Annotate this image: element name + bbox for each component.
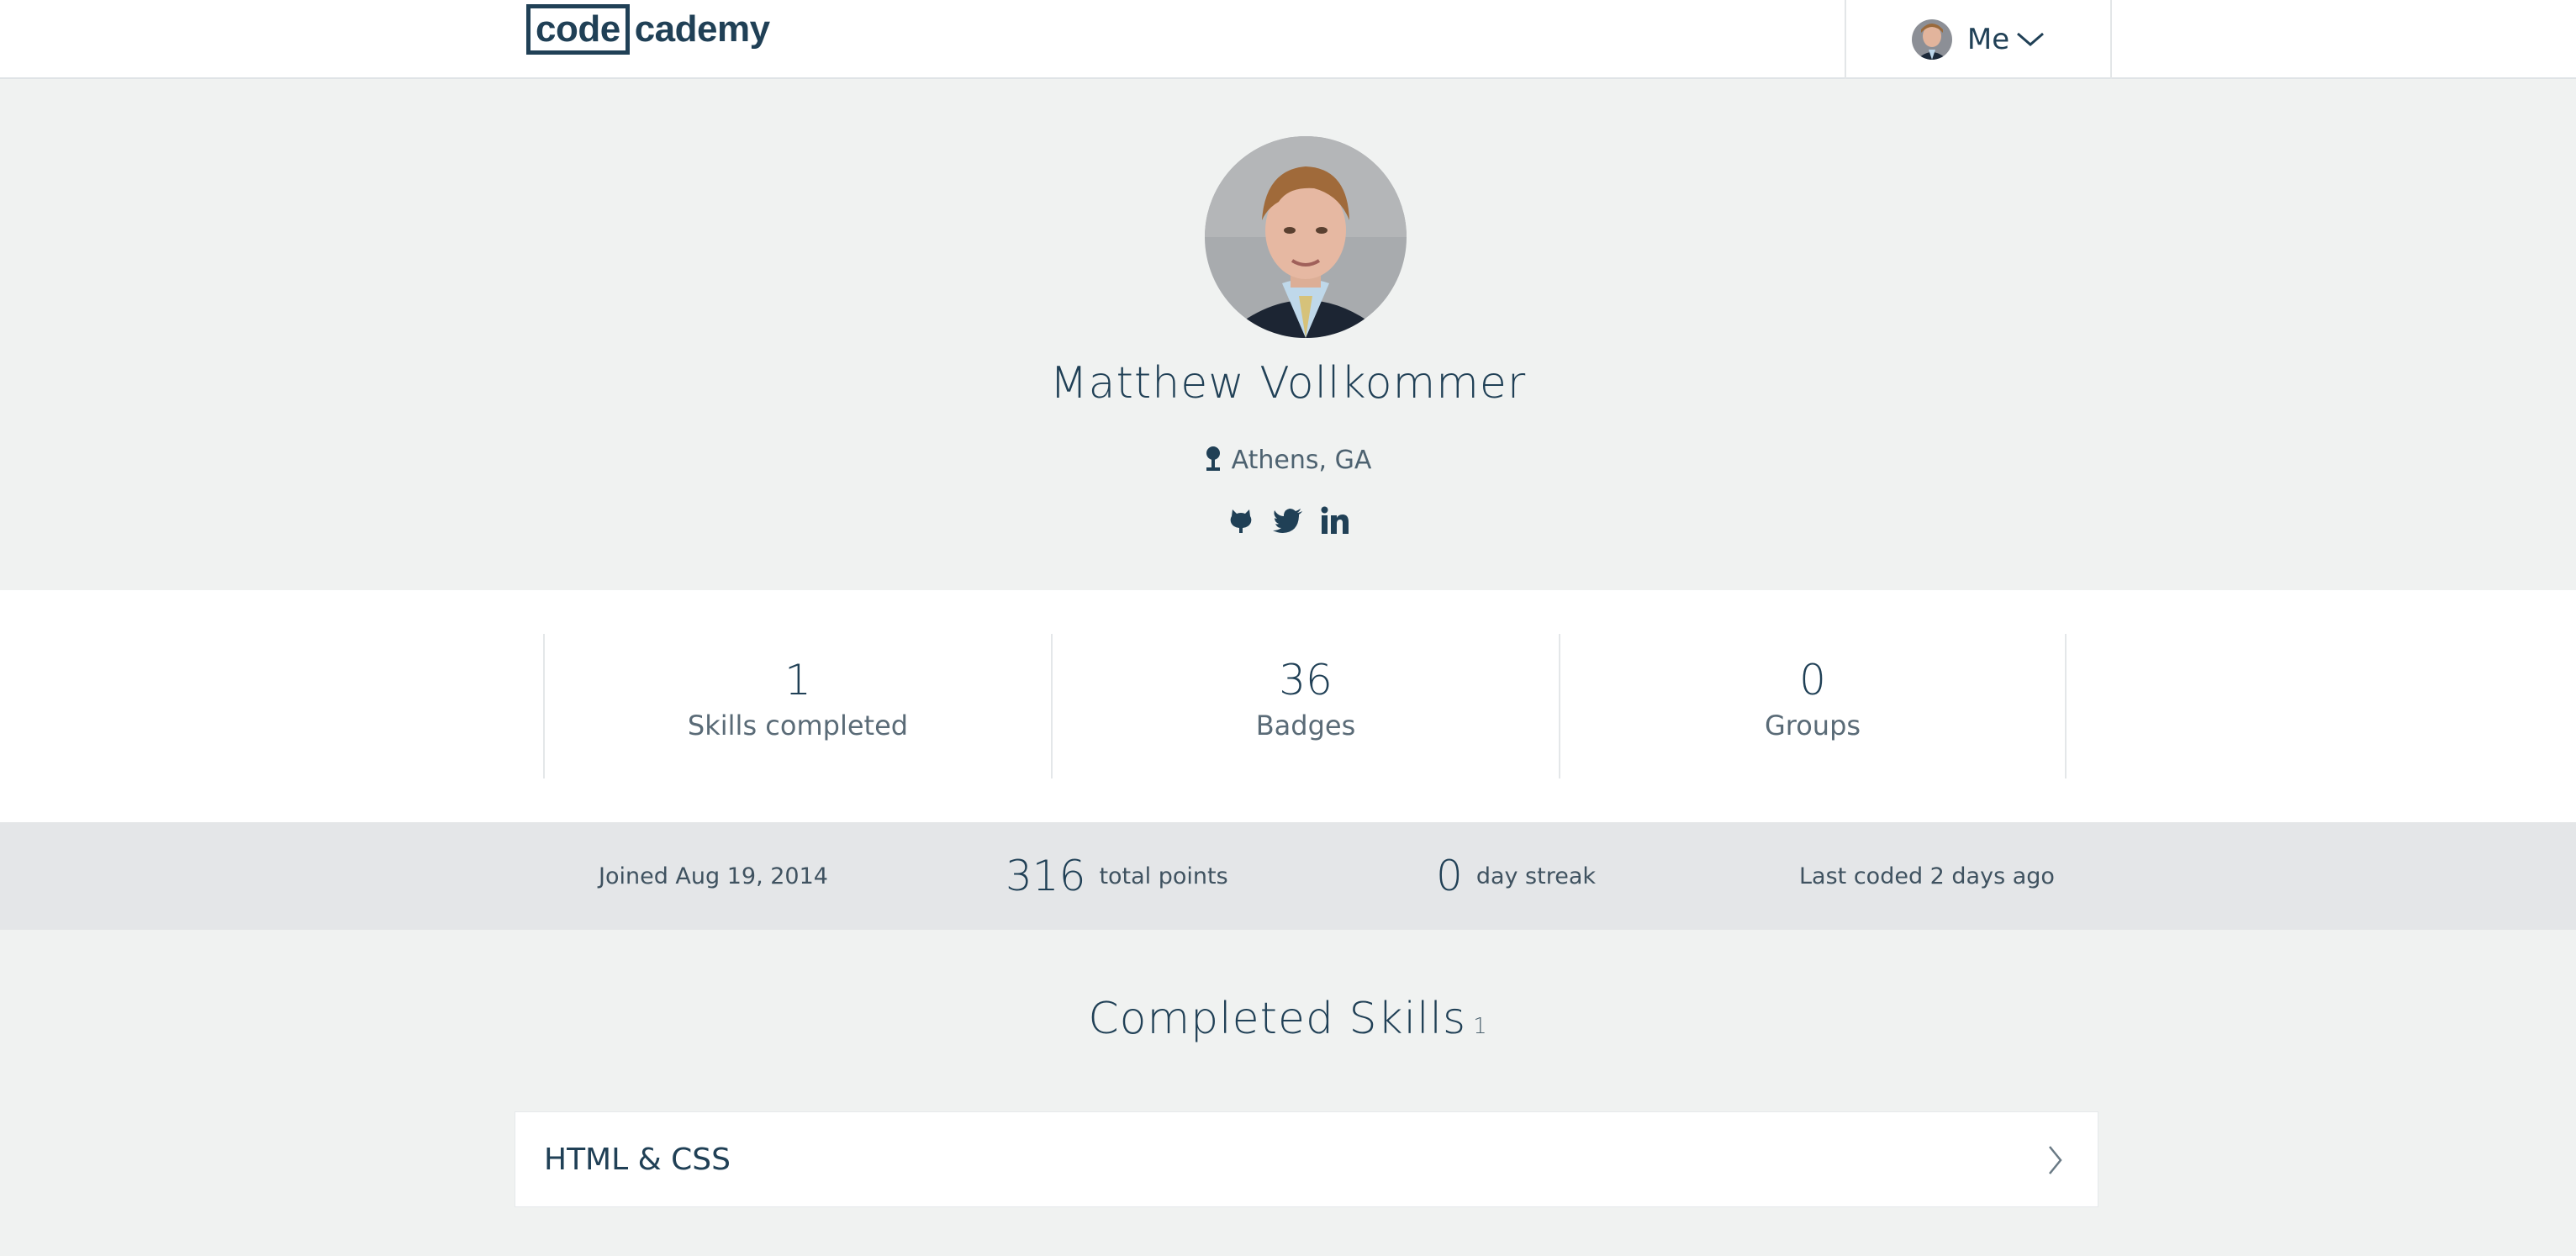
skill-card[interactable]: HTML & CSS — [515, 1111, 2098, 1207]
stat-value: 0 — [1799, 656, 1826, 705]
last-coded-text: Last coded 2 days ago — [1799, 863, 2055, 889]
total-points: 316 total points — [1006, 822, 1228, 930]
account-menu-button[interactable]: Me — [1845, 0, 2112, 79]
day-streak: 0 day streak — [1436, 822, 1596, 930]
github-icon[interactable] — [1225, 504, 1257, 536]
top-navigation-bar: code cademy Me — [0, 0, 2576, 79]
stat-value: 36 — [1279, 656, 1333, 705]
profile-name: Matthew Vollkommer — [1049, 358, 1527, 409]
profile-location: Athens, GA — [0, 446, 2576, 475]
me-label: Me — [1966, 23, 2010, 56]
joined-text: Joined Aug 19, 2014 — [599, 863, 828, 889]
joined-date: Joined Aug 19, 2014 — [599, 822, 828, 930]
profile-hero: Matthew Vollkommer Athens, GA — [0, 81, 2576, 590]
location-pin-icon — [1206, 446, 1220, 471]
completed-skills-count: 1 — [1473, 1014, 1488, 1039]
location-text: Athens, GA — [1231, 446, 1372, 475]
user-avatar — [1911, 19, 1952, 60]
chevron-down-icon — [2017, 32, 2045, 46]
linkedin-icon[interactable] — [1319, 504, 1351, 536]
completed-skills-title: Completed Skills — [1088, 994, 1467, 1044]
skill-name: HTML & CSS — [544, 1143, 731, 1177]
stat-label: Skills completed — [687, 710, 909, 741]
stat-label: Badges — [1255, 710, 1356, 741]
total-points-label: total points — [1099, 863, 1228, 889]
activity-summary: Joined Aug 19, 2014 316 total points 0 d… — [0, 822, 2576, 930]
social-links — [0, 504, 2576, 536]
logo-rest-text: cademy — [634, 8, 770, 50]
stat-groups[interactable]: 0 Groups — [1559, 634, 2067, 778]
last-coded: Last coded 2 days ago — [1799, 822, 2055, 930]
profile-photo — [1205, 136, 1407, 338]
profile-stats: 1 Skills completed 36 Badges 0 Groups — [0, 590, 2576, 822]
stat-skills-completed[interactable]: 1 Skills completed — [543, 634, 1051, 778]
stat-label: Groups — [1764, 710, 1861, 741]
codecademy-logo[interactable]: code cademy — [526, 4, 770, 55]
chevron-right-icon — [2049, 1146, 2062, 1174]
day-streak-label: day streak — [1475, 863, 1597, 889]
completed-skills-heading: Completed Skills 1 — [0, 994, 2576, 1044]
stat-badges[interactable]: 36 Badges — [1051, 634, 1559, 778]
day-streak-value: 0 — [1436, 852, 1463, 900]
total-points-value: 316 — [1006, 852, 1086, 900]
stat-value: 1 — [784, 656, 811, 705]
twitter-icon[interactable] — [1272, 504, 1304, 536]
logo-boxed-text: code — [526, 4, 630, 55]
